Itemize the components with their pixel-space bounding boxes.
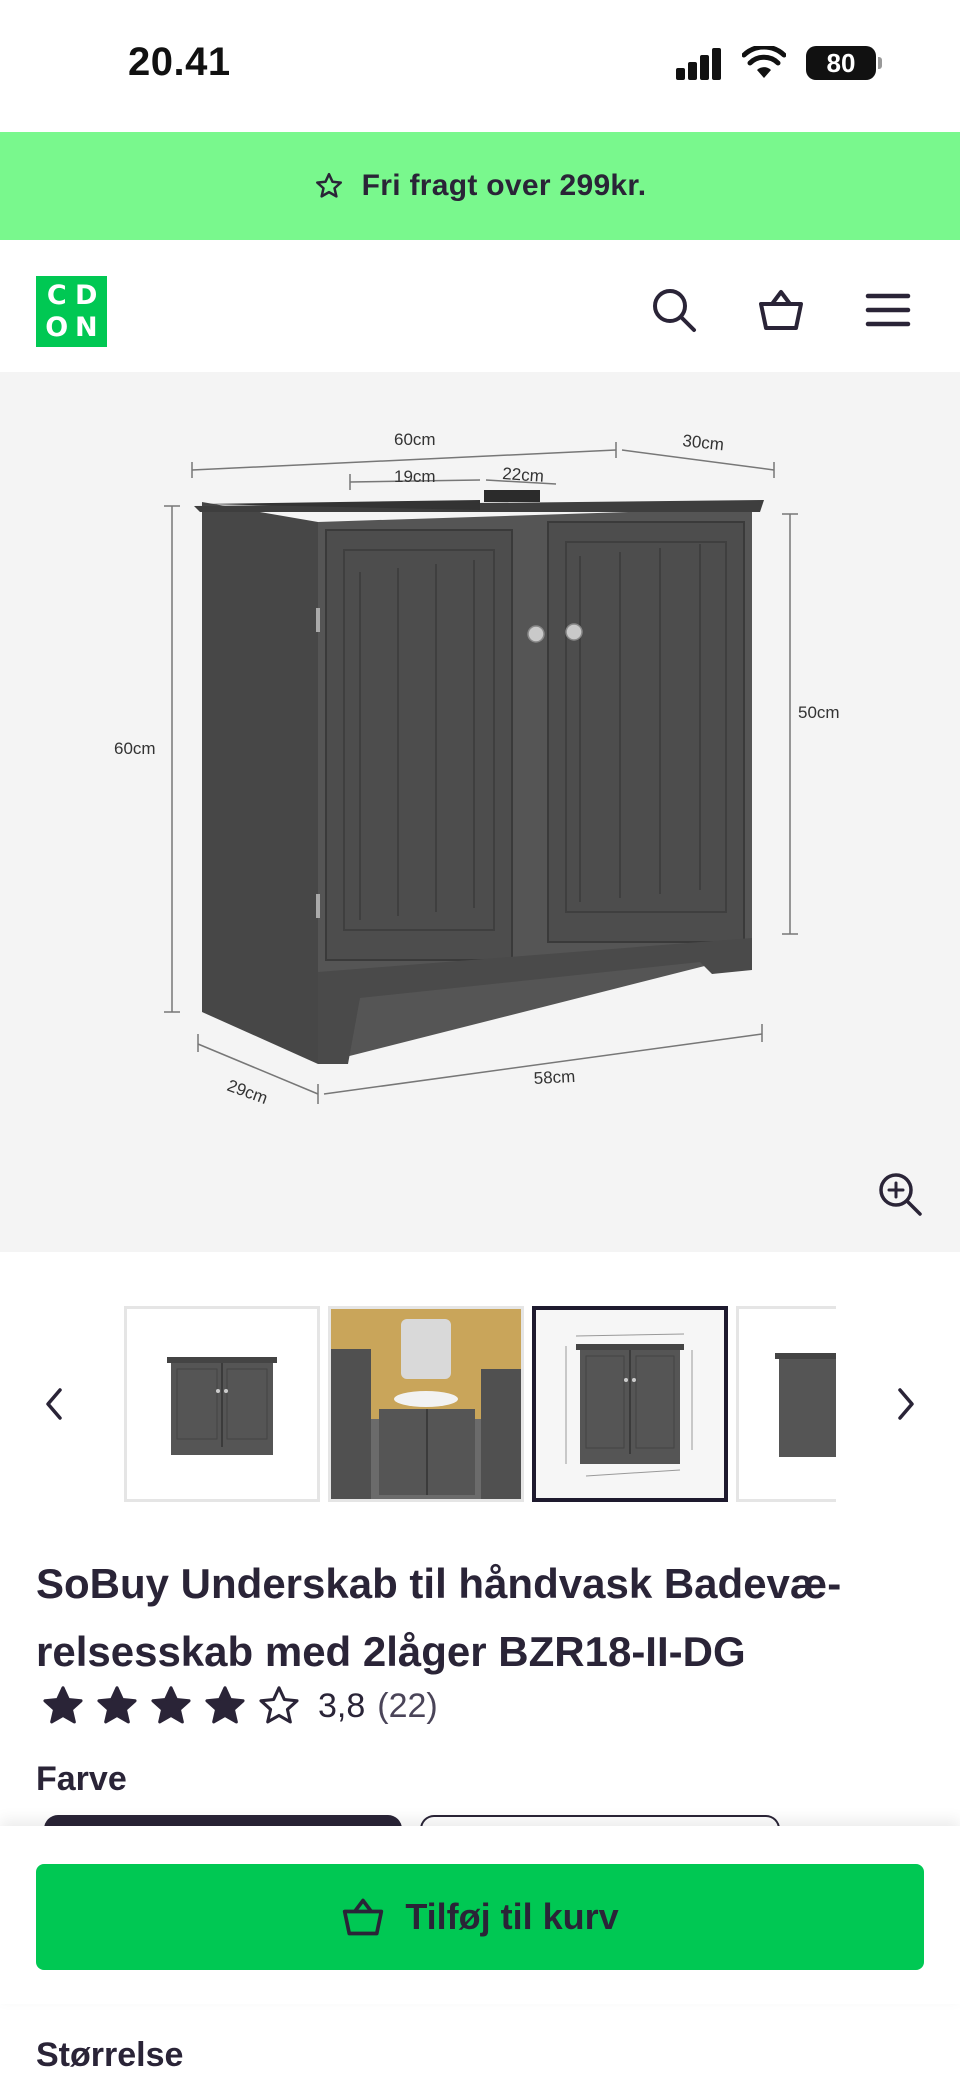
add-to-cart-label: Tilføj til kurv: [405, 1896, 619, 1937]
star-outline-icon: [315, 172, 342, 198]
star-outline-icon: [259, 1686, 299, 1724]
size-label: Størrelse: [36, 2036, 184, 2074]
battery-icon: 80: [806, 46, 882, 80]
sticky-cart-bar: Tilføj til kurv: [0, 1826, 960, 2004]
thumbnail-viewport: [124, 1306, 836, 1502]
dimension-label: 30cm: [682, 431, 725, 454]
status-icons: 80: [676, 46, 882, 80]
dimension-label: 58cm: [533, 1067, 576, 1088]
basket-icon: [343, 1898, 384, 1936]
search-icon[interactable]: [650, 286, 698, 334]
menu-icon[interactable]: [864, 286, 912, 334]
star-filled-icon: [151, 1686, 191, 1724]
rating-value: 3,8: [318, 1686, 366, 1725]
chevron-left-icon[interactable]: [34, 1380, 74, 1428]
zoom-in-icon[interactable]: [876, 1170, 924, 1218]
product-title-line: SoBuy Underskab til håndvask Badevæ-: [36, 1560, 842, 1607]
thumbnail-2[interactable]: [328, 1306, 524, 1502]
logo-letter: O: [45, 311, 69, 343]
status-time: 20.41: [128, 40, 231, 84]
color-label: Farve: [36, 1760, 127, 1798]
star-filled-icon: [205, 1686, 245, 1724]
product-title-line: relsesskab med 2låger BZR18-II-DG: [36, 1628, 746, 1675]
logo-letter: N: [74, 311, 98, 343]
thumbnail-1[interactable]: [124, 1306, 320, 1502]
logo-letter: C: [46, 280, 67, 312]
thumbnail-4[interactable]: [736, 1306, 836, 1502]
dimension-label: 19cm: [394, 467, 436, 486]
star-filled-icon: [43, 1686, 83, 1724]
promo-banner: Fri fragt over 299kr.: [0, 132, 960, 240]
thumbnail-3[interactable]: [532, 1306, 728, 1502]
battery-level: 80: [826, 47, 856, 78]
chevron-right-icon[interactable]: [886, 1380, 926, 1428]
cdon-logo[interactable]: C D O N: [36, 276, 107, 347]
cellular-signal-icon: [676, 46, 722, 80]
dimension-label: 60cm: [394, 430, 436, 449]
status-bar: 20.41 80: [0, 0, 960, 132]
thumbnail-carousel: [0, 1300, 960, 1510]
add-to-cart-button[interactable]: Tilføj til kurv: [36, 1864, 924, 1970]
dimension-label: 22cm: [502, 464, 545, 486]
review-count: (22): [377, 1686, 438, 1725]
rating-stars: [40, 1683, 302, 1729]
dimension-label: 29cm: [225, 1076, 271, 1108]
main-product-image[interactable]: 60cm 30cm 19cm 22cm 60cm 50cm 29cm 58cm: [0, 372, 960, 1252]
product-rating[interactable]: 3,8 (22): [40, 1683, 438, 1729]
logo-letter: D: [75, 280, 98, 312]
basket-icon[interactable]: [757, 286, 805, 334]
product-title: SoBuy Underskab til håndvask Badevæ- rel…: [36, 1550, 916, 1686]
star-filled-icon: [97, 1686, 137, 1724]
site-header: C D O N: [0, 240, 960, 372]
dimension-label: 50cm: [798, 703, 840, 722]
promo-text: Fri fragt over 299kr.: [361, 169, 647, 202]
dimension-label: 60cm: [114, 739, 156, 758]
wifi-icon: [742, 46, 786, 78]
cabinet-illustration: 60cm 30cm 19cm 22cm 60cm 50cm 29cm 58cm: [114, 430, 840, 1108]
